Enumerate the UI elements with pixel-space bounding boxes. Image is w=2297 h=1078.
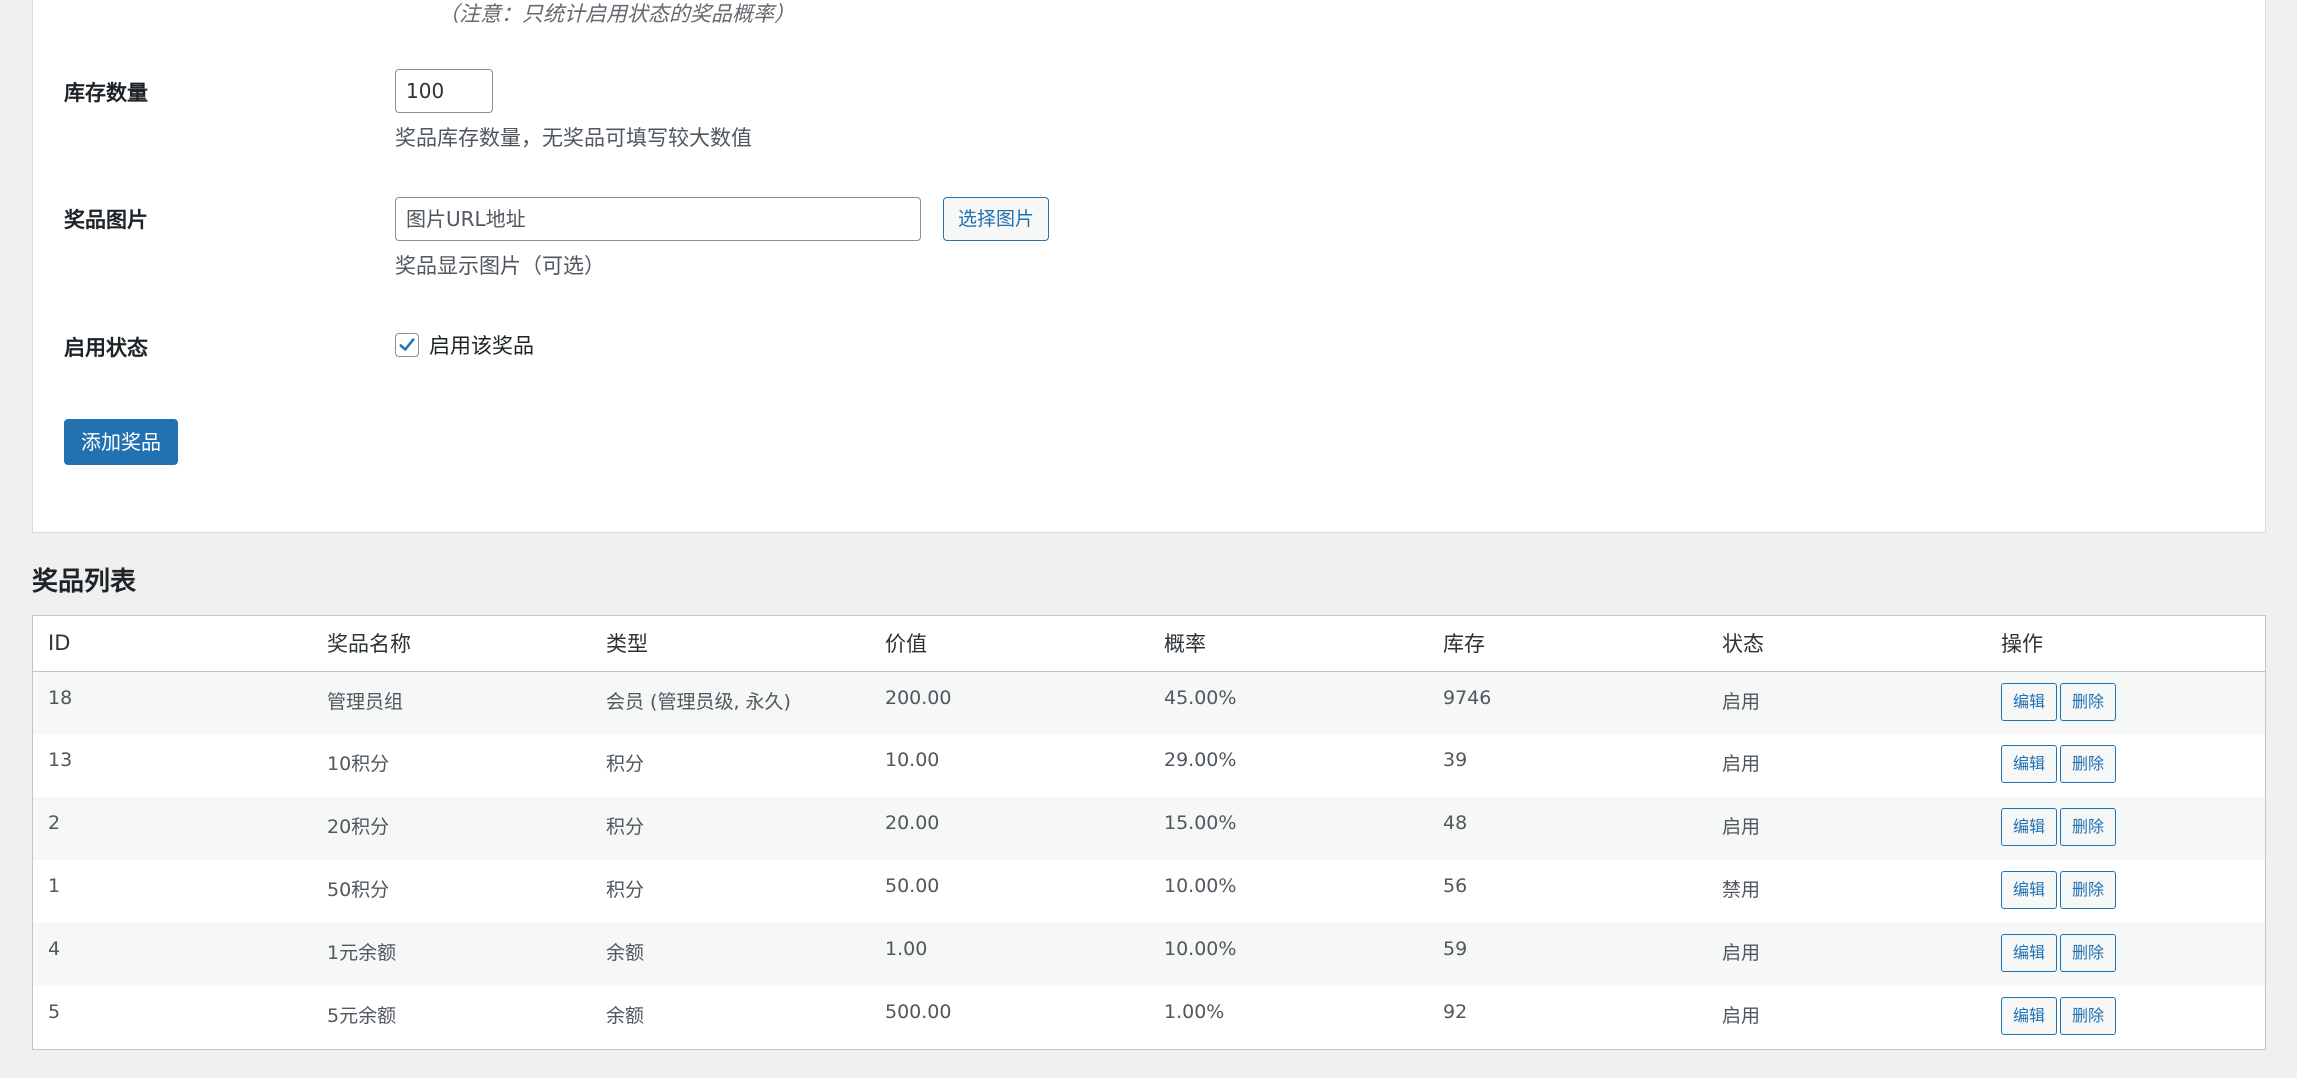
stock-label: 库存数量 [64,81,148,105]
table-header-row: ID 奖品名称 类型 价值 概率 库存 状态 操作 [33,616,2265,672]
table-row: 18 管理员组 会员 (管理员级, 永久) 200.00 45.00% 9746… [33,671,2265,734]
cell-probability: 29.00% [1164,749,1237,771]
cell-actions: 编辑 删除 [1986,923,2265,986]
cell-id: 2 [48,812,61,834]
cell-type: 积分 [606,879,645,901]
table-row: 2 20积分 积分 20.00 15.00% 48 启用 编辑 删除 [33,797,2265,860]
cell-value: 500.00 [885,1001,952,1023]
cell-probability: 10.00% [1164,875,1237,897]
cell-probability: 10.00% [1164,938,1237,960]
column-header-actions: 操作 [1986,616,2265,672]
status-label: 启用状态 [64,336,148,360]
column-header-stock: 库存 [1428,616,1707,672]
column-header-name: 奖品名称 [312,616,591,672]
cell-type: 积分 [606,816,645,838]
cell-actions: 编辑 删除 [1986,986,2265,1049]
cell-probability: 1.00% [1164,1001,1225,1023]
cell-stock: 92 [1443,1001,1468,1023]
cell-probability: 15.00% [1164,812,1237,834]
enable-prize-checkbox[interactable] [395,333,419,357]
cell-actions: 编辑 删除 [1986,797,2265,860]
cell-status: 启用 [1722,1005,1761,1027]
enable-prize-checkbox-label: 启用该奖品 [429,334,534,358]
cell-status: 禁用 [1722,879,1761,901]
delete-button[interactable]: 删除 [2060,871,2117,909]
cell-actions: 编辑 删除 [1986,734,2265,797]
cell-id: 13 [48,749,73,771]
edit-button[interactable]: 编辑 [2001,682,2058,721]
table-row: 4 1元余额 余额 1.00 10.00% 59 启用 编辑 删除 [33,923,2265,986]
checkmark-icon [399,338,415,351]
select-image-button[interactable]: 选择图片 [943,197,1050,241]
cell-type: 余额 [606,942,645,964]
edit-button[interactable]: 编辑 [2001,745,2058,783]
cell-stock: 9746 [1443,686,1492,709]
cell-value: 50.00 [885,875,940,897]
delete-button[interactable]: 删除 [2060,997,2117,1035]
stock-description: 奖品库存数量，无奖品可填写较大数值 [395,126,752,150]
stock-input[interactable] [395,69,493,113]
cell-value: 1.00 [885,938,928,960]
cell-id: 1 [48,875,61,897]
cell-status: 启用 [1722,816,1761,838]
edit-button[interactable]: 编辑 [2001,871,2058,909]
cell-type: 会员 (管理员级, 永久) [606,690,791,713]
cell-stock: 59 [1443,938,1468,960]
cell-id: 5 [48,1001,61,1023]
edit-button[interactable]: 编辑 [2001,934,2058,972]
table-row: 13 10积分 积分 10.00 29.00% 39 启用 编辑 删除 [33,734,2265,797]
cell-id: 4 [48,938,61,960]
cell-type: 余额 [606,1005,645,1027]
cell-probability: 45.00% [1164,686,1237,709]
cell-status: 启用 [1722,753,1761,775]
image-description: 奖品显示图片（可选） [395,254,605,278]
cell-name: 50积分 [327,879,390,901]
cell-actions: 编辑 删除 [1986,671,2265,734]
probability-note: （注意：只统计启用状态的奖品概率） [438,2,795,26]
enable-prize-checkbox-row[interactable]: 启用该奖品 [395,330,534,360]
prize-table: ID 奖品名称 类型 价值 概率 库存 状态 操作 18 管理员组 会员 (管理… [32,615,2266,1050]
cell-type: 积分 [606,753,645,775]
cell-id: 18 [48,686,73,709]
add-prize-form-card: （注意：只统计启用状态的奖品概率） 库存数量 奖品库存数量，无奖品可填写较大数值… [32,0,2266,533]
column-header-probability: 概率 [1149,616,1428,672]
cell-stock: 56 [1443,875,1468,897]
cell-stock: 48 [1443,812,1468,834]
edit-button[interactable]: 编辑 [2001,997,2058,1035]
cell-name: 20积分 [327,816,390,838]
delete-button[interactable]: 删除 [2060,934,2117,972]
table-row: 5 5元余额 余额 500.00 1.00% 92 启用 编辑 删除 [33,986,2265,1049]
cell-status: 启用 [1722,942,1761,964]
cell-value: 10.00 [885,749,940,771]
cell-name: 1元余额 [327,942,397,964]
cell-value: 20.00 [885,812,940,834]
column-header-type: 类型 [591,616,870,672]
cell-actions: 编辑 删除 [1986,860,2265,923]
column-header-status: 状态 [1707,616,1986,672]
cell-name: 5元余额 [327,1005,397,1027]
cell-stock: 39 [1443,749,1468,771]
prize-list-title: 奖品列表 [32,567,137,597]
delete-button[interactable]: 删除 [2060,808,2117,846]
cell-name: 10积分 [327,753,390,775]
column-header-value: 价值 [870,616,1149,672]
add-prize-button[interactable]: 添加奖品 [64,419,178,465]
image-label: 奖品图片 [64,208,148,232]
table-row: 1 50积分 积分 50.00 10.00% 56 禁用 编辑 删除 [33,860,2265,923]
cell-status: 启用 [1722,690,1761,713]
column-header-id: ID [33,616,312,672]
delete-button[interactable]: 删除 [2060,682,2117,721]
cell-name: 管理员组 [327,690,404,713]
image-url-input[interactable] [395,197,921,241]
delete-button[interactable]: 删除 [2060,745,2117,783]
cell-value: 200.00 [885,686,952,709]
edit-button[interactable]: 编辑 [2001,808,2058,846]
